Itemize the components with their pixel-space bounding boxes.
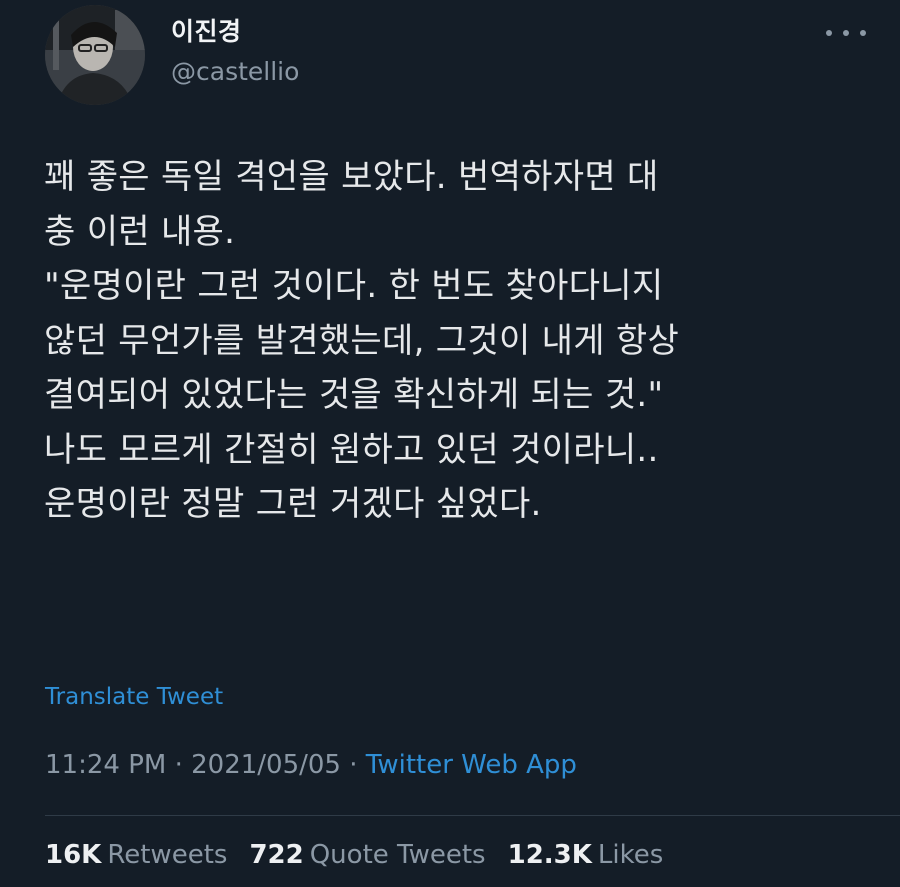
more-horizontal-icon-dot (843, 30, 849, 36)
tweet-text-line: 충 이런 내용. (44, 211, 236, 252)
tweet-time[interactable]: 11:24 PM (45, 750, 166, 780)
quote-tweets-count: 722 (249, 840, 304, 870)
tweet-text: 꽤 좋은 독일 격언을 보았다. 번역하자면 대 충 이런 내용. "운명이란 … (44, 150, 864, 532)
avatar[interactable] (45, 5, 145, 105)
meta-separator: · (340, 750, 366, 780)
tweet-date[interactable]: 2021/05/05 (191, 750, 341, 780)
more-horizontal-icon-dot (860, 30, 866, 36)
author-display-name[interactable]: 이진경 (171, 12, 242, 48)
retweets-stat[interactable]: 16K Retweets (45, 840, 227, 870)
author-handle[interactable]: @castellio (171, 57, 299, 86)
meta-separator: · (166, 750, 192, 780)
tweet-text-line: 꽤 좋은 독일 격언을 보았다. 번역하자면 대 (44, 157, 659, 197)
tweet-source-link[interactable]: Twitter Web App (366, 750, 577, 780)
retweets-count: 16K (45, 840, 102, 870)
retweets-label: Retweets (107, 840, 228, 870)
quote-tweets-label: Quote Tweets (309, 840, 486, 870)
likes-stat[interactable]: 12.3K Likes (508, 840, 664, 870)
tweet-text-line: 결여되어 있었다는 것을 확신하게 되는 것." (44, 375, 664, 415)
likes-label: Likes (597, 840, 664, 870)
tweet-text-line: 않던 무언가를 발견했는데, 그것이 내게 항상 (44, 320, 680, 361)
tweet-text-line: "운명이란 그런 것이다. 한 번도 찾아다니지 (44, 266, 664, 306)
tweet-card: 이진경 @castellio 꽤 좋은 독일 격언을 보았다. 번역하자면 대 … (0, 0, 900, 887)
quote-tweets-stat[interactable]: 722 Quote Tweets (249, 840, 485, 870)
divider (45, 815, 900, 816)
tweet-text-line: 나도 모르게 간절히 원하고 있던 것이라니.. (44, 429, 659, 470)
likes-count: 12.3K (507, 840, 592, 870)
more-horizontal-icon (826, 30, 832, 36)
tweet-metadata: 11:24 PM · 2021/05/05 · Twitter Web App (45, 750, 577, 780)
more-options-button[interactable] (826, 22, 866, 44)
tweet-stats: 16K Retweets 722 Quote Tweets 12.3K Likes (45, 840, 663, 870)
translate-tweet-link[interactable]: Translate Tweet (45, 684, 223, 710)
tweet-text-line: 운명이란 정말 그런 거겠다 싶었다. (44, 484, 542, 524)
profile-photo-image (45, 5, 145, 105)
